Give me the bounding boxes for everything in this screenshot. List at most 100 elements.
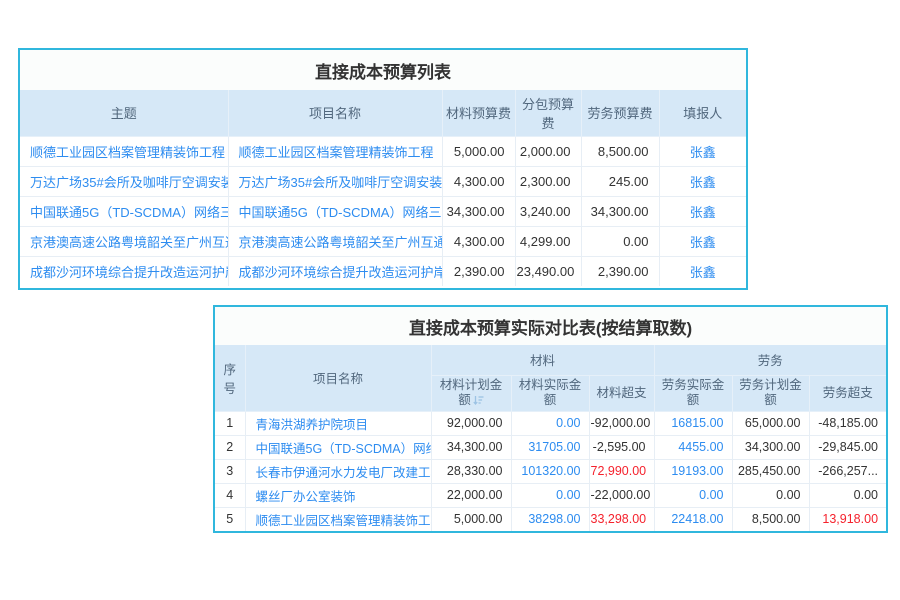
- material-actual-cell[interactable]: 0.00: [511, 483, 589, 507]
- comparison-row: 5 顺德工业园区档案管理精装饰工程5,000.0038298.0033,298.0…: [215, 507, 886, 531]
- material-actual-cell[interactable]: 38298.00: [511, 507, 589, 531]
- reporter-link[interactable]: 张鑫: [690, 235, 716, 250]
- subject-link[interactable]: 成都沙河环境综合提升改造运河护岸...: [30, 265, 228, 280]
- seq-cell: 5: [215, 507, 245, 531]
- reporter-link[interactable]: 张鑫: [690, 175, 716, 190]
- material-budget-cell: 5,000.00: [442, 136, 515, 166]
- material-budget-cell: 4,300.00: [442, 226, 515, 256]
- labor-budget-cell: 8,500.00: [581, 136, 659, 166]
- budget-list-row: 京港澳高速公路粤境韶关至广州互通...京港澳高速公路粤境韶关至广州互通...4,…: [20, 226, 746, 256]
- reporter-cell: 张鑫: [659, 166, 746, 196]
- subcontract-budget-cell: 4,299.00: [515, 226, 581, 256]
- project-cell: 顺德工业园区档案管理精装饰工程: [245, 507, 431, 531]
- subject-cell: 成都沙河环境综合提升改造运河护岸...: [20, 256, 228, 286]
- subcontract-budget-cell: 2,300.00: [515, 166, 581, 196]
- project-cell: 长春市伊通河水力发电厂改建工程: [245, 459, 431, 483]
- project-link[interactable]: 京港澳高速公路粤境韶关至广州互通...: [239, 235, 443, 250]
- labor-plan-cell: 8,500.00: [732, 507, 809, 531]
- material-over-cell: 72,990.00: [589, 459, 654, 483]
- col-header-subcontract-budget: 分包预算费: [515, 90, 581, 136]
- labor-actual-cell[interactable]: 0.00: [654, 483, 732, 507]
- labor-actual-cell[interactable]: 22418.00: [654, 507, 732, 531]
- labor-plan-cell: 65,000.00: [732, 411, 809, 435]
- reporter-link[interactable]: 张鑫: [690, 265, 716, 280]
- project-cell: 螺丝厂办公室装饰: [245, 483, 431, 507]
- subcontract-budget-cell: 23,490.00: [515, 256, 581, 286]
- subject-link[interactable]: 顺德工业园区档案管理精装饰工程（...: [30, 145, 228, 160]
- labor-actual-cell[interactable]: 4455.00: [654, 435, 732, 459]
- col-header-material-plan-label: 材料计划金额: [440, 378, 503, 407]
- budget-list-table: 主题 项目名称 材料预算费 分包预算费 劳务预算费 填报人 顺德工业园区档案管理…: [20, 90, 746, 286]
- col-header-material-actual: 材料实际金额: [511, 375, 589, 411]
- subject-link[interactable]: 京港澳高速公路粤境韶关至广州互通...: [30, 235, 228, 250]
- reporter-link[interactable]: 张鑫: [690, 205, 716, 220]
- subcontract-budget-cell: 2,000.00: [515, 136, 581, 166]
- col-header-labor-plan: 劳务计划金额: [732, 375, 809, 411]
- subject-cell: 中国联通5G（TD-SCDMA）网络三...: [20, 196, 228, 226]
- comparison-row: 3 长春市伊通河水力发电厂改建工程28,330.00101320.0072,990…: [215, 459, 886, 483]
- material-actual-cell[interactable]: 101320.00: [511, 459, 589, 483]
- sort-amount-icon[interactable]: [473, 395, 484, 405]
- reporter-cell: 张鑫: [659, 136, 746, 166]
- project-link[interactable]: 顺德工业园区档案管理精装饰工程（...: [239, 145, 443, 160]
- material-budget-cell: 2,390.00: [442, 256, 515, 286]
- col-header-reporter: 填报人: [659, 90, 746, 136]
- subject-link[interactable]: 万达广场35#会所及咖啡厅空调安装...: [30, 175, 228, 190]
- col-header-subject: 主题: [20, 90, 228, 136]
- material-plan-cell: 92,000.00: [431, 411, 511, 435]
- material-over-cell: -22,000.00: [589, 483, 654, 507]
- project-link[interactable]: 青海洪湖养护院项目: [256, 418, 369, 432]
- labor-over-cell: -29,845.00: [809, 435, 886, 459]
- labor-budget-cell: 2,390.00: [581, 256, 659, 286]
- seq-cell: 4: [215, 483, 245, 507]
- material-over-cell: -92,000.00: [589, 411, 654, 435]
- project-link[interactable]: 中国联通5G（TD-SCDMA）网络三: [256, 442, 432, 456]
- labor-actual-cell[interactable]: 19193.00: [654, 459, 732, 483]
- material-plan-cell: 5,000.00: [431, 507, 511, 531]
- project-cell: 中国联通5G（TD-SCDMA）网络三期...: [228, 196, 442, 226]
- project-link[interactable]: 成都沙河环境综合提升改造运河护岸...: [239, 265, 443, 280]
- budget-list-row: 中国联通5G（TD-SCDMA）网络三... 中国联通5G（TD-SCDMA）网络…: [20, 196, 746, 226]
- group-header-material: 材料: [431, 345, 654, 375]
- project-link[interactable]: 螺丝厂办公室装饰: [256, 490, 356, 504]
- project-link[interactable]: 顺德工业园区档案管理精装饰工程: [256, 514, 432, 528]
- project-link[interactable]: 万达广场35#会所及咖啡厅空调安装工程: [239, 175, 443, 190]
- material-over-cell: -2,595.00: [589, 435, 654, 459]
- seq-cell: 3: [215, 459, 245, 483]
- seq-cell: 1: [215, 411, 245, 435]
- labor-plan-cell: 285,450.00: [732, 459, 809, 483]
- project-cell: 顺德工业园区档案管理精装饰工程（...: [228, 136, 442, 166]
- labor-actual-cell[interactable]: 16815.00: [654, 411, 732, 435]
- comparison-title: 直接成本预算实际对比表(按结算取数): [215, 307, 886, 345]
- labor-budget-cell: 34,300.00: [581, 196, 659, 226]
- labor-over-cell: 0.00: [809, 483, 886, 507]
- project-link[interactable]: 中国联通5G（TD-SCDMA）网络三期...: [239, 205, 443, 220]
- material-actual-cell[interactable]: 0.00: [511, 411, 589, 435]
- col-header-labor-budget: 劳务预算费: [581, 90, 659, 136]
- budget-list-row: 万达广场35#会所及咖啡厅空调安装... 万达广场35#会所及咖啡厅空调安装工程4…: [20, 166, 746, 196]
- labor-budget-cell: 245.00: [581, 166, 659, 196]
- labor-budget-cell: 0.00: [581, 226, 659, 256]
- labor-plan-cell: 0.00: [732, 483, 809, 507]
- reporter-link[interactable]: 张鑫: [690, 145, 716, 160]
- project-cell: 万达广场35#会所及咖啡厅空调安装工程: [228, 166, 442, 196]
- material-budget-cell: 4,300.00: [442, 166, 515, 196]
- col-header-material-plan[interactable]: 材料计划金额: [431, 375, 511, 411]
- project-link[interactable]: 长春市伊通河水力发电厂改建工程: [256, 466, 432, 480]
- subject-cell: 万达广场35#会所及咖啡厅空调安装...: [20, 166, 228, 196]
- budget-list-header-row: 主题 项目名称 材料预算费 分包预算费 劳务预算费 填报人: [20, 90, 746, 136]
- col-header-labor-actual: 劳务实际金额: [654, 375, 732, 411]
- material-plan-cell: 28,330.00: [431, 459, 511, 483]
- project-cell: 青海洪湖养护院项目: [245, 411, 431, 435]
- budget-list-panel: 直接成本预算列表 主题 项目名称 材料预算费 分包预算费 劳务预算费 填报人 顺…: [18, 48, 748, 290]
- seq-cell: 2: [215, 435, 245, 459]
- project-cell: 京港澳高速公路粤境韶关至广州互通...: [228, 226, 442, 256]
- material-plan-cell: 34,300.00: [431, 435, 511, 459]
- comparison-row: 1 青海洪湖养护院项目 92,000.000.00-92,000.0016815.0…: [215, 411, 886, 435]
- comparison-row: 4螺丝厂办公室装饰22,000.000.00-22,000.000.000.00…: [215, 483, 886, 507]
- col-header-material-budget: 材料预算费: [442, 90, 515, 136]
- budget-list-body: 顺德工业园区档案管理精装饰工程（...顺德工业园区档案管理精装饰工程（...5,…: [20, 136, 746, 286]
- material-over-cell: 33,298.00: [589, 507, 654, 531]
- subject-link[interactable]: 中国联通5G（TD-SCDMA）网络三...: [30, 205, 228, 220]
- material-actual-cell[interactable]: 31705.00: [511, 435, 589, 459]
